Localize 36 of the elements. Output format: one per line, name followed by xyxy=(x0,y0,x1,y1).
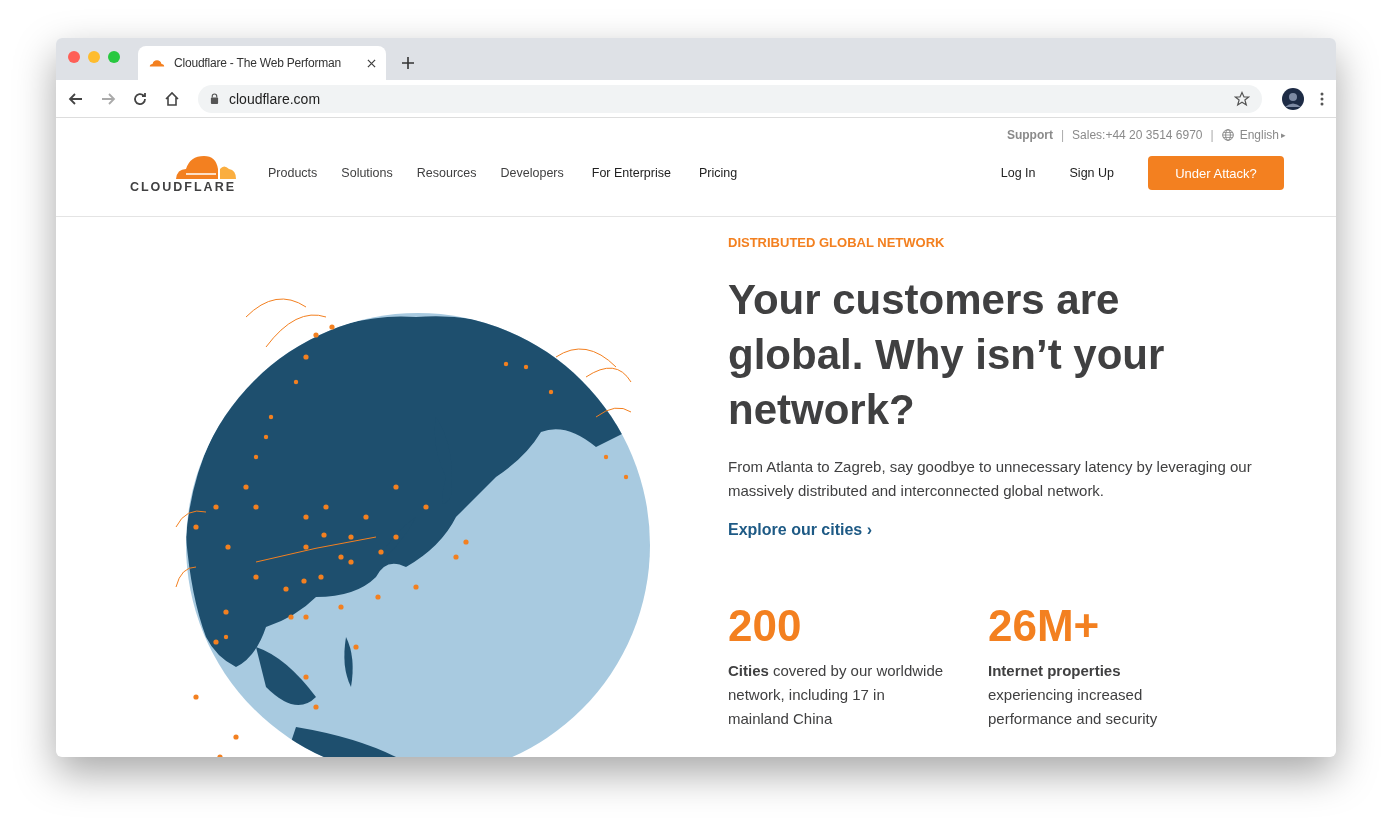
login-link[interactable]: Log In xyxy=(1000,166,1036,180)
hero-description: From Atlanta to Zagreb, say goodbye to unnecessary latency by leveraging our massively distributed and interconnected global network. xyxy=(728,457,1253,501)
caret-icon[interactable]: ▸ xyxy=(1281,130,1286,140)
stat-value: 26M+ xyxy=(988,601,1101,651)
nav-link[interactable]: For Enterprise xyxy=(591,166,671,180)
hero-heading: Your customers are global. Why isn’t your network? xyxy=(728,275,1166,435)
stat-value: 200 xyxy=(728,601,803,651)
browser-tab[interactable]: Cloudflare - The Web Performan xyxy=(138,46,386,80)
globe-icon[interactable] xyxy=(1221,129,1234,141)
nav-link[interactable]: Pricing xyxy=(698,166,738,180)
new-tab-icon[interactable] xyxy=(402,57,414,69)
star-icon[interactable] xyxy=(1234,90,1250,107)
back-icon[interactable] xyxy=(68,90,84,107)
separator: | xyxy=(1210,128,1214,142)
menu-icon[interactable] xyxy=(1320,91,1324,106)
home-icon[interactable] xyxy=(164,90,180,107)
stat-description: Internet properties experiencing increased performance and security xyxy=(988,661,1159,729)
address-bar[interactable]: cloudflare.com xyxy=(198,84,1262,113)
separator: | xyxy=(1060,128,1065,142)
lock-icon xyxy=(210,93,219,104)
reload-icon[interactable] xyxy=(132,90,148,107)
nav-link[interactable]: Solutions xyxy=(341,166,393,180)
explore-cities-link[interactable]: Explore our cities › xyxy=(728,521,873,539)
support-link[interactable]: Support xyxy=(1006,128,1053,142)
close-tab-icon[interactable] xyxy=(367,58,376,68)
language-selector[interactable]: English xyxy=(1239,128,1279,142)
cloudflare-logo[interactable]: CLOUDFLARE xyxy=(116,152,236,194)
signup-link[interactable]: Sign Up xyxy=(1069,166,1114,180)
nav-link[interactable]: Products xyxy=(268,166,318,180)
stat-description: Cities covered by our worldwide network, including 17 in mainland China xyxy=(728,661,945,729)
nav-link[interactable]: Developers xyxy=(500,166,564,180)
nav-link[interactable]: Resources xyxy=(416,166,477,180)
profile-avatar[interactable] xyxy=(1282,87,1304,110)
sales-phone: Sales:+44 20 3514 6970 xyxy=(1072,128,1203,142)
cloud-icon xyxy=(148,58,166,68)
section-eyebrow: DISTRIBUTED GLOBAL NETWORK xyxy=(728,235,946,250)
